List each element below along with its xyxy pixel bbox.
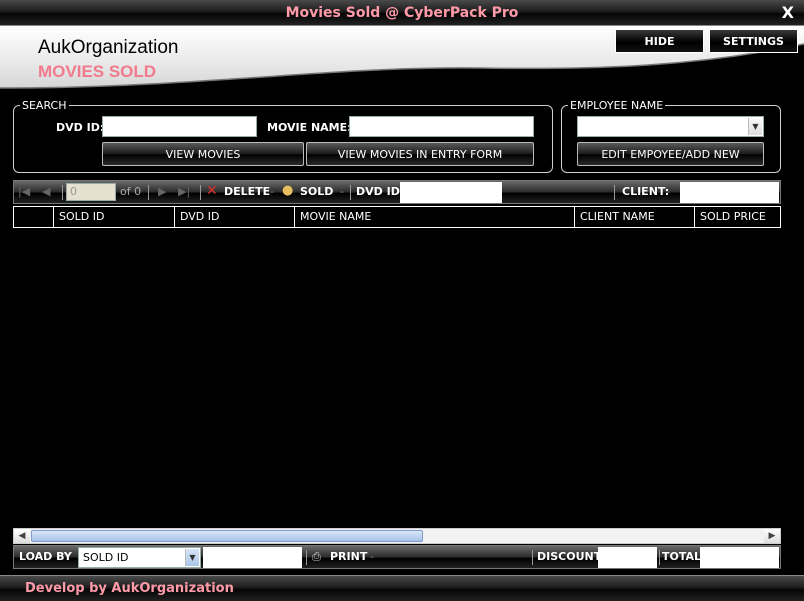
dropdown-arrow-icon: - — [340, 185, 344, 198]
sales-grid-body[interactable] — [13, 228, 781, 528]
load-by-label: LOAD BY — [19, 550, 72, 563]
move-previous-icon[interactable]: ◀ — [42, 185, 50, 198]
dropdown-arrow-icon: - — [370, 550, 374, 563]
chevron-down-icon[interactable]: ▼ — [748, 118, 762, 135]
dropdown-arrow-icon: - — [270, 185, 274, 198]
delete-button[interactable]: DELETE — [224, 185, 270, 198]
organization-name: AukOrganization — [38, 37, 179, 58]
scroll-left-icon[interactable]: ◀ — [14, 529, 30, 543]
move-first-icon[interactable]: |◀ — [18, 185, 30, 198]
search-legend: SEARCH — [20, 99, 69, 112]
hide-button[interactable]: HIDE — [615, 29, 704, 53]
scroll-right-icon[interactable]: ▶ — [764, 529, 780, 543]
toolbar-separator — [148, 185, 149, 200]
record-count: of 0 — [120, 185, 142, 198]
toolbar-separator — [659, 550, 660, 565]
move-next-icon[interactable]: ▶ — [158, 185, 166, 198]
page-title: MOVIES SOLD — [38, 62, 157, 81]
edit-employee-button[interactable]: EDIT EMPOYEE/ADD NEW — [577, 142, 764, 166]
scrollbar-thumb[interactable] — [31, 530, 423, 542]
toolbar-client-input[interactable] — [680, 182, 779, 203]
load-value-input[interactable] — [203, 547, 302, 568]
employee-legend: EMPLOYEE NAME — [568, 99, 666, 112]
total-label: TOTAL — [662, 550, 702, 563]
developer-credit: Develop by AukOrganization — [25, 581, 234, 596]
footer-bar: Develop by AukOrganization — [0, 575, 804, 601]
binding-navigator: |◀ ◀ 0 of 0 ▶ ▶| ✕ DELETE - ● SOLD - DVD… — [13, 180, 781, 204]
delete-icon[interactable]: ✕ — [206, 183, 218, 199]
load-by-select[interactable]: SOLD ID ▼ — [78, 547, 201, 568]
column-header-sold-price[interactable]: SOLD PRICE — [695, 207, 780, 227]
title-bar: Movies Sold @ CyberPack Pro X — [0, 0, 804, 26]
movie-name-input[interactable] — [349, 116, 534, 137]
horizontal-scrollbar[interactable]: ◀ ▶ — [13, 528, 781, 544]
settings-button[interactable]: SETTINGS — [709, 29, 798, 53]
toolbar-separator — [200, 185, 201, 200]
toolbar-separator — [306, 550, 307, 565]
toolbar-client-label: CLIENT: — [622, 185, 670, 198]
column-header-row-selector[interactable] — [14, 207, 54, 227]
employee-select[interactable]: ▼ — [577, 116, 764, 137]
column-header-movie-name[interactable]: MOVIE NAME — [295, 207, 575, 227]
movie-name-label: MOVIE NAME: — [267, 121, 352, 134]
toolbar-dvd-id-label: DVD ID: — [356, 185, 405, 198]
toolbar-separator — [62, 185, 63, 200]
bottom-toolbar: LOAD BY SOLD ID ▼ ⎙ PRINT - DISCOUNT TOT… — [13, 545, 781, 569]
column-header-sold-id[interactable]: SOLD ID — [54, 207, 175, 227]
move-last-icon[interactable]: ▶| — [178, 185, 190, 198]
close-icon[interactable]: X — [782, 3, 794, 22]
view-movies-button[interactable]: VIEW MOVIES — [102, 142, 304, 166]
dvd-id-label: DVD ID: — [56, 121, 105, 134]
printer-icon[interactable]: ⎙ — [312, 550, 321, 564]
column-header-client-name[interactable]: CLIENT NAME — [575, 207, 695, 227]
dropdown-arrow-icon: - — [666, 185, 670, 198]
discount-label: DISCOUNT — [537, 550, 602, 563]
toolbar-separator — [532, 550, 533, 565]
chevron-down-icon[interactable]: ▼ — [185, 549, 199, 566]
check-icon[interactable]: ● — [282, 183, 293, 198]
sales-grid-header: SOLD ID DVD ID MOVIE NAME CLIENT NAME SO… — [13, 206, 781, 228]
print-button[interactable]: PRINT — [330, 550, 367, 563]
window-title: Movies Sold @ CyberPack Pro — [285, 5, 519, 21]
total-input[interactable] — [700, 547, 779, 568]
view-movies-entry-form-button[interactable]: VIEW MOVIES IN ENTRY FORM — [306, 142, 534, 166]
sold-button[interactable]: SOLD — [300, 185, 333, 198]
toolbar-separator — [614, 185, 615, 200]
load-by-selected-value: SOLD ID — [83, 551, 129, 564]
position-input[interactable]: 0 — [66, 183, 116, 201]
toolbar-separator — [350, 185, 351, 200]
dvd-id-input[interactable] — [102, 116, 257, 137]
toolbar-dvd-id-input[interactable] — [400, 182, 502, 203]
header-banner: AukOrganization MOVIES SOLD HIDE SETTING… — [0, 26, 804, 96]
column-header-dvd-id[interactable]: DVD ID — [175, 207, 295, 227]
discount-input[interactable] — [598, 547, 657, 568]
